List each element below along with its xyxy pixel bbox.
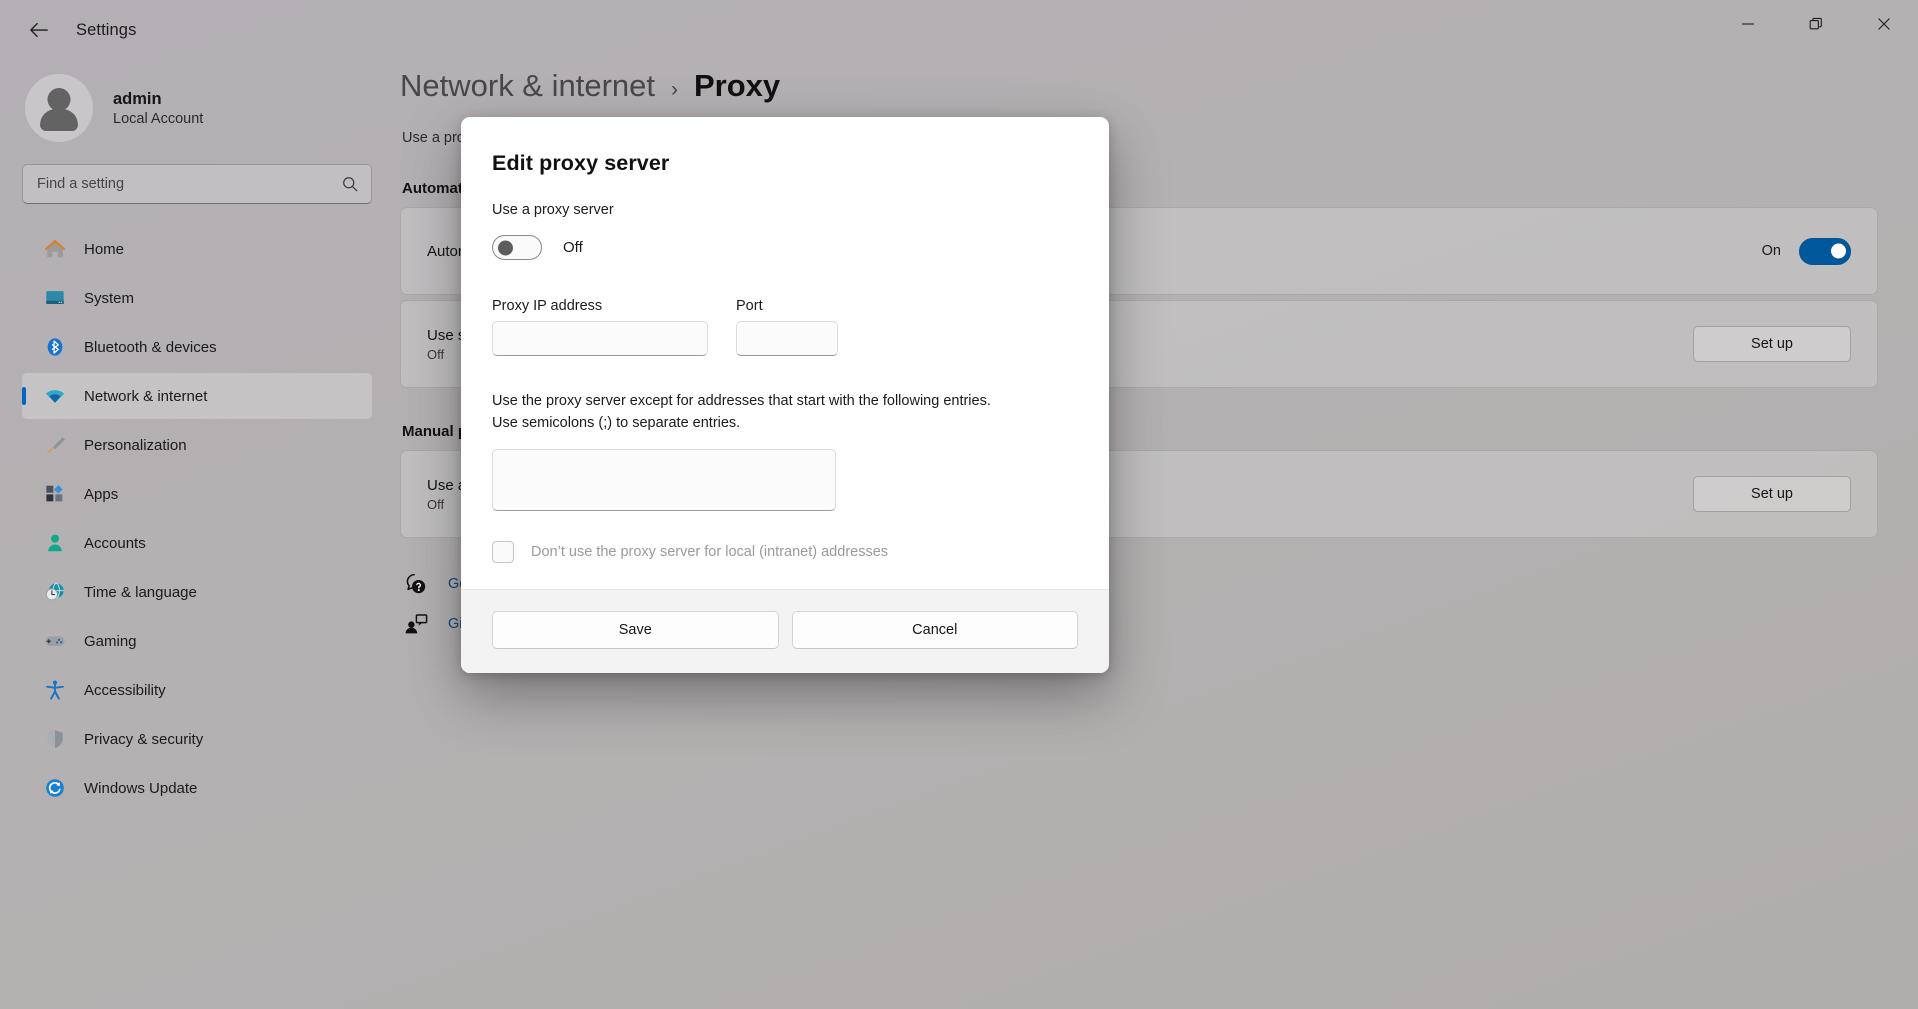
save-button[interactable]: Save [492, 611, 779, 650]
proxy-ip-label: Proxy IP address [492, 298, 603, 314]
local-addresses-checkbox[interactable] [492, 541, 514, 564]
edit-proxy-server-dialog: Edit proxy server Use a proxy server Off… [461, 117, 1109, 674]
local-addresses-row: Don’t use the proxy server for local (in… [492, 541, 1078, 564]
dialog-body: Edit proxy server Use a proxy server Off… [461, 117, 1109, 589]
local-addresses-label: Don’t use the proxy server for local (in… [531, 544, 889, 561]
dialog-footer: Save Cancel [461, 589, 1109, 674]
toggle-knob [498, 240, 513, 255]
use-proxy-toggle-row: Off [492, 235, 1078, 260]
dialog-title: Edit proxy server [492, 151, 670, 175]
proxy-ip-field-group: Proxy IP address [492, 298, 708, 356]
proxy-address-fields: Proxy IP address Port [492, 298, 1078, 356]
exception-help-line-1: Use the proxy server except for addresse… [492, 393, 991, 409]
use-proxy-toggle-state: Off [563, 239, 583, 256]
exception-entries-textarea[interactable] [492, 449, 836, 512]
settings-window: Settings admin Local Account Find a sett… [0, 0, 1918, 1009]
exception-help-line-2: Use semicolons (;) to separate entries. [492, 415, 741, 432]
proxy-ip-input[interactable] [492, 321, 708, 356]
exception-help-text: Use the proxy server except for addresse… [492, 390, 1078, 434]
use-proxy-server-toggle[interactable] [492, 235, 542, 260]
use-proxy-server-label: Use a proxy server [492, 202, 614, 218]
cancel-button[interactable]: Cancel [791, 611, 1078, 650]
proxy-port-label: Port [736, 298, 763, 314]
proxy-port-field-group: Port [736, 298, 838, 356]
proxy-port-input[interactable] [736, 321, 838, 356]
